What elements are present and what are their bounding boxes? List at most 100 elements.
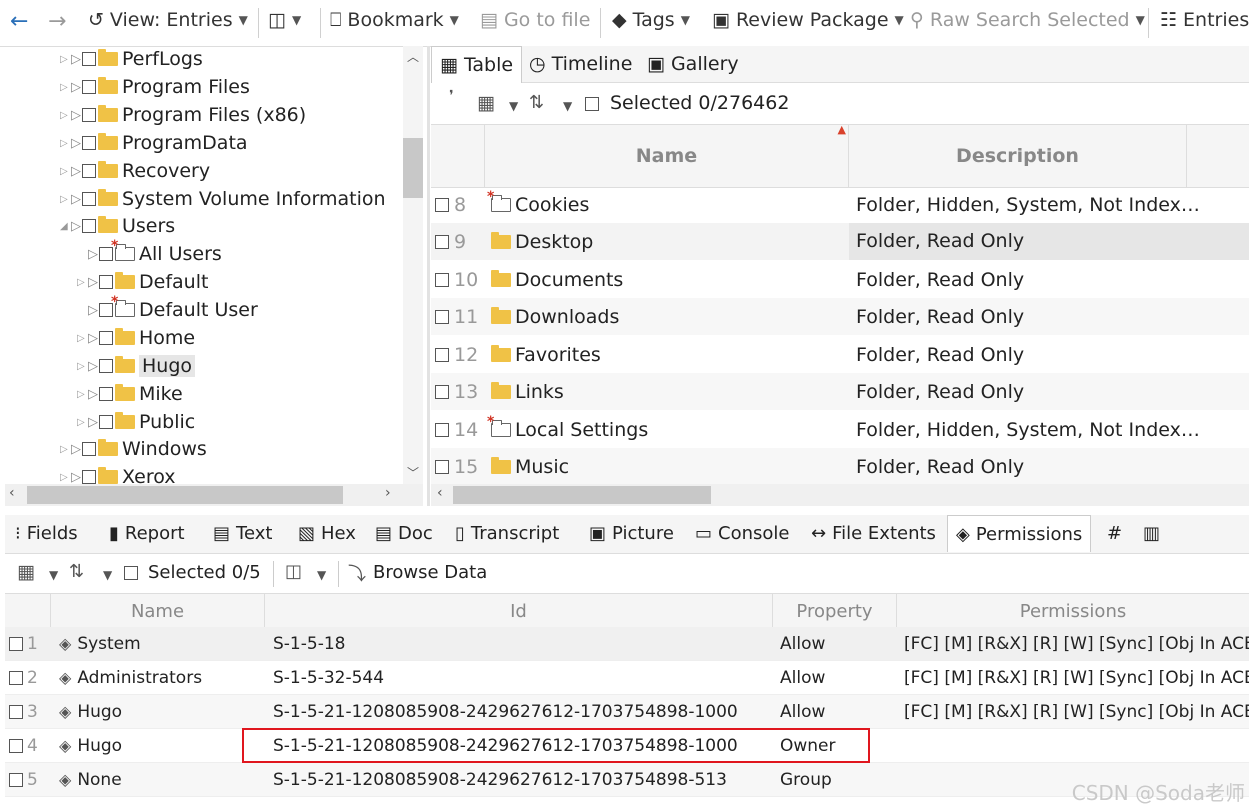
row-checkbox[interactable] <box>435 422 449 437</box>
tree-checkbox[interactable] <box>82 219 96 233</box>
tags-button[interactable]: ◆ Tags ▼ <box>612 9 690 31</box>
sort-icon[interactable]: ⇅ <box>69 561 84 582</box>
table-row[interactable]: 13 Links Folder, Read Only <box>431 373 1249 410</box>
tree-item[interactable]: ▷ All Users <box>77 238 222 268</box>
tree-checkbox[interactable] <box>82 164 96 178</box>
tree-item[interactable]: ◢ ▷ Users <box>60 212 175 240</box>
tree-checkbox[interactable] <box>82 470 96 484</box>
tab-table[interactable]: ▦ Table <box>431 46 523 83</box>
permission-row[interactable]: 1 ◈ System S-1-5-18 Allow [FC] [M] [R&X] … <box>5 627 1249 661</box>
tree-vertical-scrollbar[interactable]: ︿ ﹀ <box>403 46 423 484</box>
name-column-header[interactable]: Name <box>51 594 265 628</box>
tab-hash[interactable]: # <box>1099 515 1130 551</box>
expand-icon[interactable]: ▷ <box>77 389 87 400</box>
layout-dropdown[interactable]: ◫ ▼ <box>268 9 301 31</box>
tree-item[interactable]: ▷ ▷ Recovery <box>60 157 210 185</box>
tab-transcript[interactable]: ▯ Transcript <box>447 515 567 551</box>
back-arrow-icon[interactable]: ← <box>10 9 28 34</box>
tree-item[interactable]: ▷ ▷ System Volume Information <box>60 185 386 213</box>
tree-item[interactable]: ▷ ▷ PerfLogs <box>60 46 203 73</box>
expand-icon[interactable]: ▷ <box>60 166 70 177</box>
tree-checkbox[interactable] <box>82 80 96 94</box>
review-package-button[interactable]: ▣ Review Package ▼ <box>712 9 904 31</box>
tab-gallery[interactable]: ▣ Gallery <box>639 46 747 82</box>
chevron-down-icon[interactable]: ▼ <box>317 568 326 582</box>
tree-item[interactable]: ▷ ▷ Mike <box>77 380 183 408</box>
expand-icon[interactable]: ▷ <box>60 444 70 455</box>
tree-checkbox[interactable] <box>99 415 113 429</box>
expand-icon[interactable]: ▷ <box>60 472 70 483</box>
tree-item[interactable]: ▷ ▷ Program Files <box>60 73 250 101</box>
expand-icon[interactable]: ▷ <box>60 54 70 65</box>
tree-checkbox[interactable] <box>99 387 113 401</box>
tree-checkbox[interactable] <box>99 275 113 289</box>
permission-row[interactable]: 3 ◈ Hugo S-1-5-21-1208085908-2429627612-1… <box>5 695 1249 729</box>
name-column-header[interactable]: Name ▲ <box>485 123 849 187</box>
table-row[interactable]: 10 Documents Folder, Read Only <box>431 261 1249 298</box>
chevron-down-icon[interactable]: ▼ <box>509 99 518 113</box>
raw-search-button[interactable]: ⚲ Raw Search Selected ▼ <box>910 9 1145 31</box>
tree-checkbox[interactable] <box>82 108 96 122</box>
row-checkbox[interactable] <box>9 670 23 685</box>
tab-fields[interactable]: ⁝ Fields <box>7 515 86 551</box>
permission-row[interactable]: 2 ◈ Administrators S-1-5-32-544 Allow [FC… <box>5 661 1249 695</box>
tab-console[interactable]: ▭ Console <box>687 515 797 551</box>
row-checkbox[interactable] <box>435 384 449 399</box>
tree-item[interactable]: ▷ ▷ Windows <box>60 435 207 463</box>
go-to-file-button[interactable]: ▤ Go to file <box>480 9 590 31</box>
layout-icon[interactable]: ◫ <box>285 561 302 582</box>
tree-item[interactable]: ▷ ▷ Home <box>77 324 195 352</box>
extra-column-header[interactable] <box>1187 125 1249 187</box>
collapse-icon[interactable]: ◢ <box>60 221 70 232</box>
tab-properties[interactable]: ▥ <box>1135 515 1168 551</box>
columns-icon[interactable]: ▦ <box>477 92 495 114</box>
permissions-column-header[interactable]: Permissions <box>897 594 1249 628</box>
tree-item[interactable]: ▷ ▷ Default <box>77 268 208 296</box>
scroll-left-icon[interactable]: ‹ <box>437 485 443 501</box>
expand-icon[interactable]: ▷ <box>77 417 87 428</box>
table-row[interactable]: 15 Music Folder, Read Only <box>431 448 1249 485</box>
row-checkbox[interactable] <box>9 636 23 651</box>
id-column-header[interactable]: Id <box>265 594 773 628</box>
tree-checkbox[interactable] <box>99 331 113 345</box>
tab-report[interactable]: ▮ Report <box>101 515 193 551</box>
property-column-header[interactable]: Property <box>773 594 897 628</box>
row-checkbox[interactable] <box>435 272 449 287</box>
tree-checkbox[interactable] <box>82 442 96 456</box>
chevron-down-icon[interactable]: ▼ <box>49 568 58 582</box>
index-column-header[interactable] <box>5 594 51 628</box>
index-column-header[interactable] <box>431 125 485 187</box>
row-checkbox[interactable] <box>435 309 449 324</box>
tree-checkbox[interactable] <box>99 359 113 373</box>
expand-icon[interactable]: ▷ <box>60 194 70 205</box>
scroll-up-icon[interactable]: ︿ <box>407 48 419 65</box>
pane-splitter[interactable] <box>427 46 430 506</box>
table-row[interactable]: 11 Downloads Folder, Read Only <box>431 298 1249 335</box>
tree-checkbox[interactable] <box>82 136 96 150</box>
row-checkbox[interactable] <box>9 704 23 719</box>
expand-icon[interactable]: ▷ <box>77 333 87 344</box>
view-dropdown[interactable]: ↺ View: Entries ▼ <box>88 9 248 31</box>
expand-icon[interactable]: ▷ <box>77 277 87 288</box>
tab-file-extents[interactable]: ↔ File Extents <box>803 515 944 551</box>
tree-item[interactable]: ▷ ▷ Public <box>77 408 195 436</box>
expand-icon[interactable]: ▷ <box>77 361 87 372</box>
scrollbar-thumb[interactable] <box>27 486 343 504</box>
table-row[interactable]: 12 Favorites Folder, Read Only <box>431 336 1249 373</box>
permission-row[interactable]: 5 ◈ None S-1-5-21-1208085908-2429627612-1… <box>5 763 1249 797</box>
chevron-down-icon[interactable]: ▼ <box>563 99 572 113</box>
expand-icon[interactable]: ▷ <box>60 82 70 93</box>
tab-doc[interactable]: ▤ Doc <box>367 515 441 551</box>
tab-permissions[interactable]: ◈ Permissions <box>947 515 1092 552</box>
scroll-right-icon[interactable]: › <box>385 485 391 501</box>
tree-checkbox[interactable] <box>82 192 96 206</box>
table-horizontal-scrollbar[interactable]: ‹ <box>431 484 1249 506</box>
tree-item[interactable]: ▷ Default User <box>77 294 258 324</box>
row-checkbox[interactable] <box>435 197 449 212</box>
tree-item[interactable]: ▷ ▷ ProgramData <box>60 129 248 157</box>
row-checkbox[interactable] <box>9 738 23 753</box>
entries-button[interactable]: ☷ Entries <box>1160 9 1249 31</box>
select-all-checkbox[interactable] <box>585 97 599 111</box>
bookmark-button[interactable]: ⎕ Bookmark ▼ <box>330 9 459 31</box>
sort-icon[interactable]: ⇅ <box>529 92 544 113</box>
